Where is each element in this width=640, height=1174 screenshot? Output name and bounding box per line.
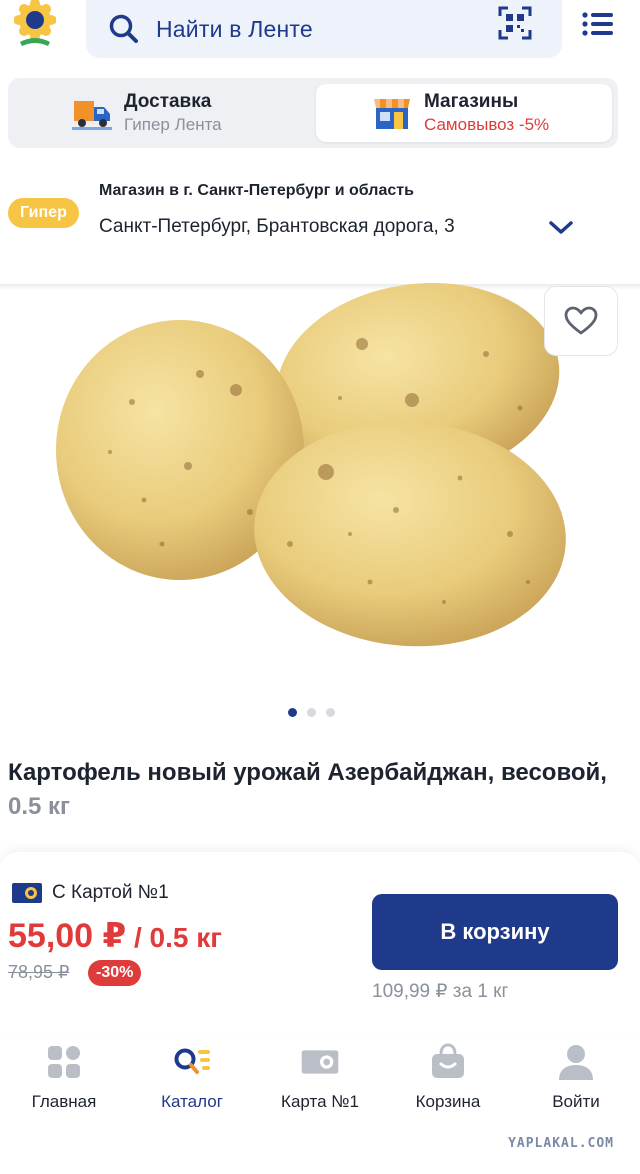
- discount-badge: -30%: [88, 960, 142, 986]
- price-unit: / 0.5 кг: [126, 922, 222, 953]
- old-price: 78,95 ₽: [8, 962, 70, 982]
- nav-label-login: Войти: [552, 1092, 600, 1111]
- home-icon: [48, 1046, 80, 1078]
- catalog-icon: [174, 1048, 210, 1074]
- nav-item-login[interactable]: Войти: [512, 1038, 640, 1118]
- search-icon: [109, 14, 138, 43]
- search-placeholder: Найти в Ленте: [156, 15, 313, 42]
- product-name: Картофель новый урожай Азербайджан, весо…: [8, 759, 607, 786]
- nav-label-home: Главная: [31, 1092, 97, 1111]
- tab-delivery-title: Доставка: [124, 91, 212, 112]
- heart-icon: [564, 306, 598, 335]
- price-per-kg: 109,99 ₽ за 1 кг: [372, 981, 509, 1002]
- tab-delivery-subtitle: Гипер Лента: [124, 115, 222, 134]
- nav-item-catalog[interactable]: Каталог: [128, 1038, 256, 1118]
- tab-delivery[interactable]: Доставка Гипер Лента: [16, 84, 312, 142]
- loyalty-card-text: С Картой №1: [52, 882, 169, 903]
- basket-icon: [432, 1043, 464, 1078]
- list-menu-icon[interactable]: [582, 10, 614, 38]
- nav-label-basket: Корзина: [415, 1092, 481, 1111]
- product-image[interactable]: [40, 282, 580, 662]
- nav-item-home[interactable]: Главная: [0, 1038, 128, 1118]
- chevron-down-icon[interactable]: [548, 220, 574, 236]
- user-icon: [559, 1045, 593, 1080]
- current-price: 55,00 ₽ / 0.5 кг: [8, 916, 222, 956]
- card-icon: [301, 1050, 339, 1074]
- qr-scan-icon[interactable]: [498, 6, 532, 40]
- nav-item-basket[interactable]: Корзина: [384, 1038, 512, 1118]
- product-title: Картофель новый урожай Азербайджан, весо…: [8, 756, 608, 824]
- loyalty-card-icon: [12, 883, 42, 903]
- product-page: Найти в Ленте Доставка Гипер Лента Магаз…: [0, 0, 640, 1174]
- store-region-title: Магазин в г. Санкт-Петербург и область: [99, 182, 414, 199]
- watermark: YAPLAKAL.COM: [508, 1136, 614, 1151]
- gallery-dot[interactable]: [326, 708, 335, 717]
- gallery-dot[interactable]: [288, 708, 297, 717]
- tab-stores-title: Магазины: [424, 91, 519, 112]
- store-icon: [374, 99, 410, 129]
- tab-stores-subtitle: Самовывоз -5%: [424, 115, 550, 134]
- store-address: Санкт-Петербург, Брантовская дорога, 3: [99, 216, 455, 237]
- product-weight: 0.5 кг: [8, 793, 71, 820]
- delivery-truck-icon: [72, 101, 112, 130]
- add-to-cart-button[interactable]: В корзину: [372, 894, 618, 970]
- delivery-mode-switch: Доставка Гипер Лента Магазины Самовывоз …: [8, 78, 618, 148]
- gallery-dot[interactable]: [307, 708, 316, 717]
- nav-label-catalog: Каталог: [161, 1092, 223, 1111]
- nav-item-card[interactable]: Карта №1: [256, 1038, 384, 1118]
- search-bar[interactable]: Найти в Ленте: [86, 0, 562, 58]
- store-selector[interactable]: Гипер Магазин в г. Санкт-Петербург и обл…: [0, 170, 640, 290]
- favorite-button[interactable]: [544, 286, 618, 356]
- store-type-badge: Гипер: [8, 198, 79, 228]
- current-price-value: 55,00 ₽: [8, 917, 127, 955]
- bottom-navigation: Главная Каталог Карта №1 Корзина Войти: [0, 1038, 640, 1118]
- nav-label-card: Карта №1: [281, 1092, 359, 1111]
- price-panel: С Картой №1 55,00 ₽ / 0.5 кг 78,95 ₽ -30…: [0, 852, 640, 1038]
- lenta-logo[interactable]: [14, 0, 56, 50]
- loyalty-card-label: С Картой №1: [12, 882, 169, 904]
- gallery-pagination: [288, 708, 335, 717]
- tab-stores[interactable]: Магазины Самовывоз -5%: [316, 84, 612, 142]
- header: Найти в Ленте: [0, 0, 640, 66]
